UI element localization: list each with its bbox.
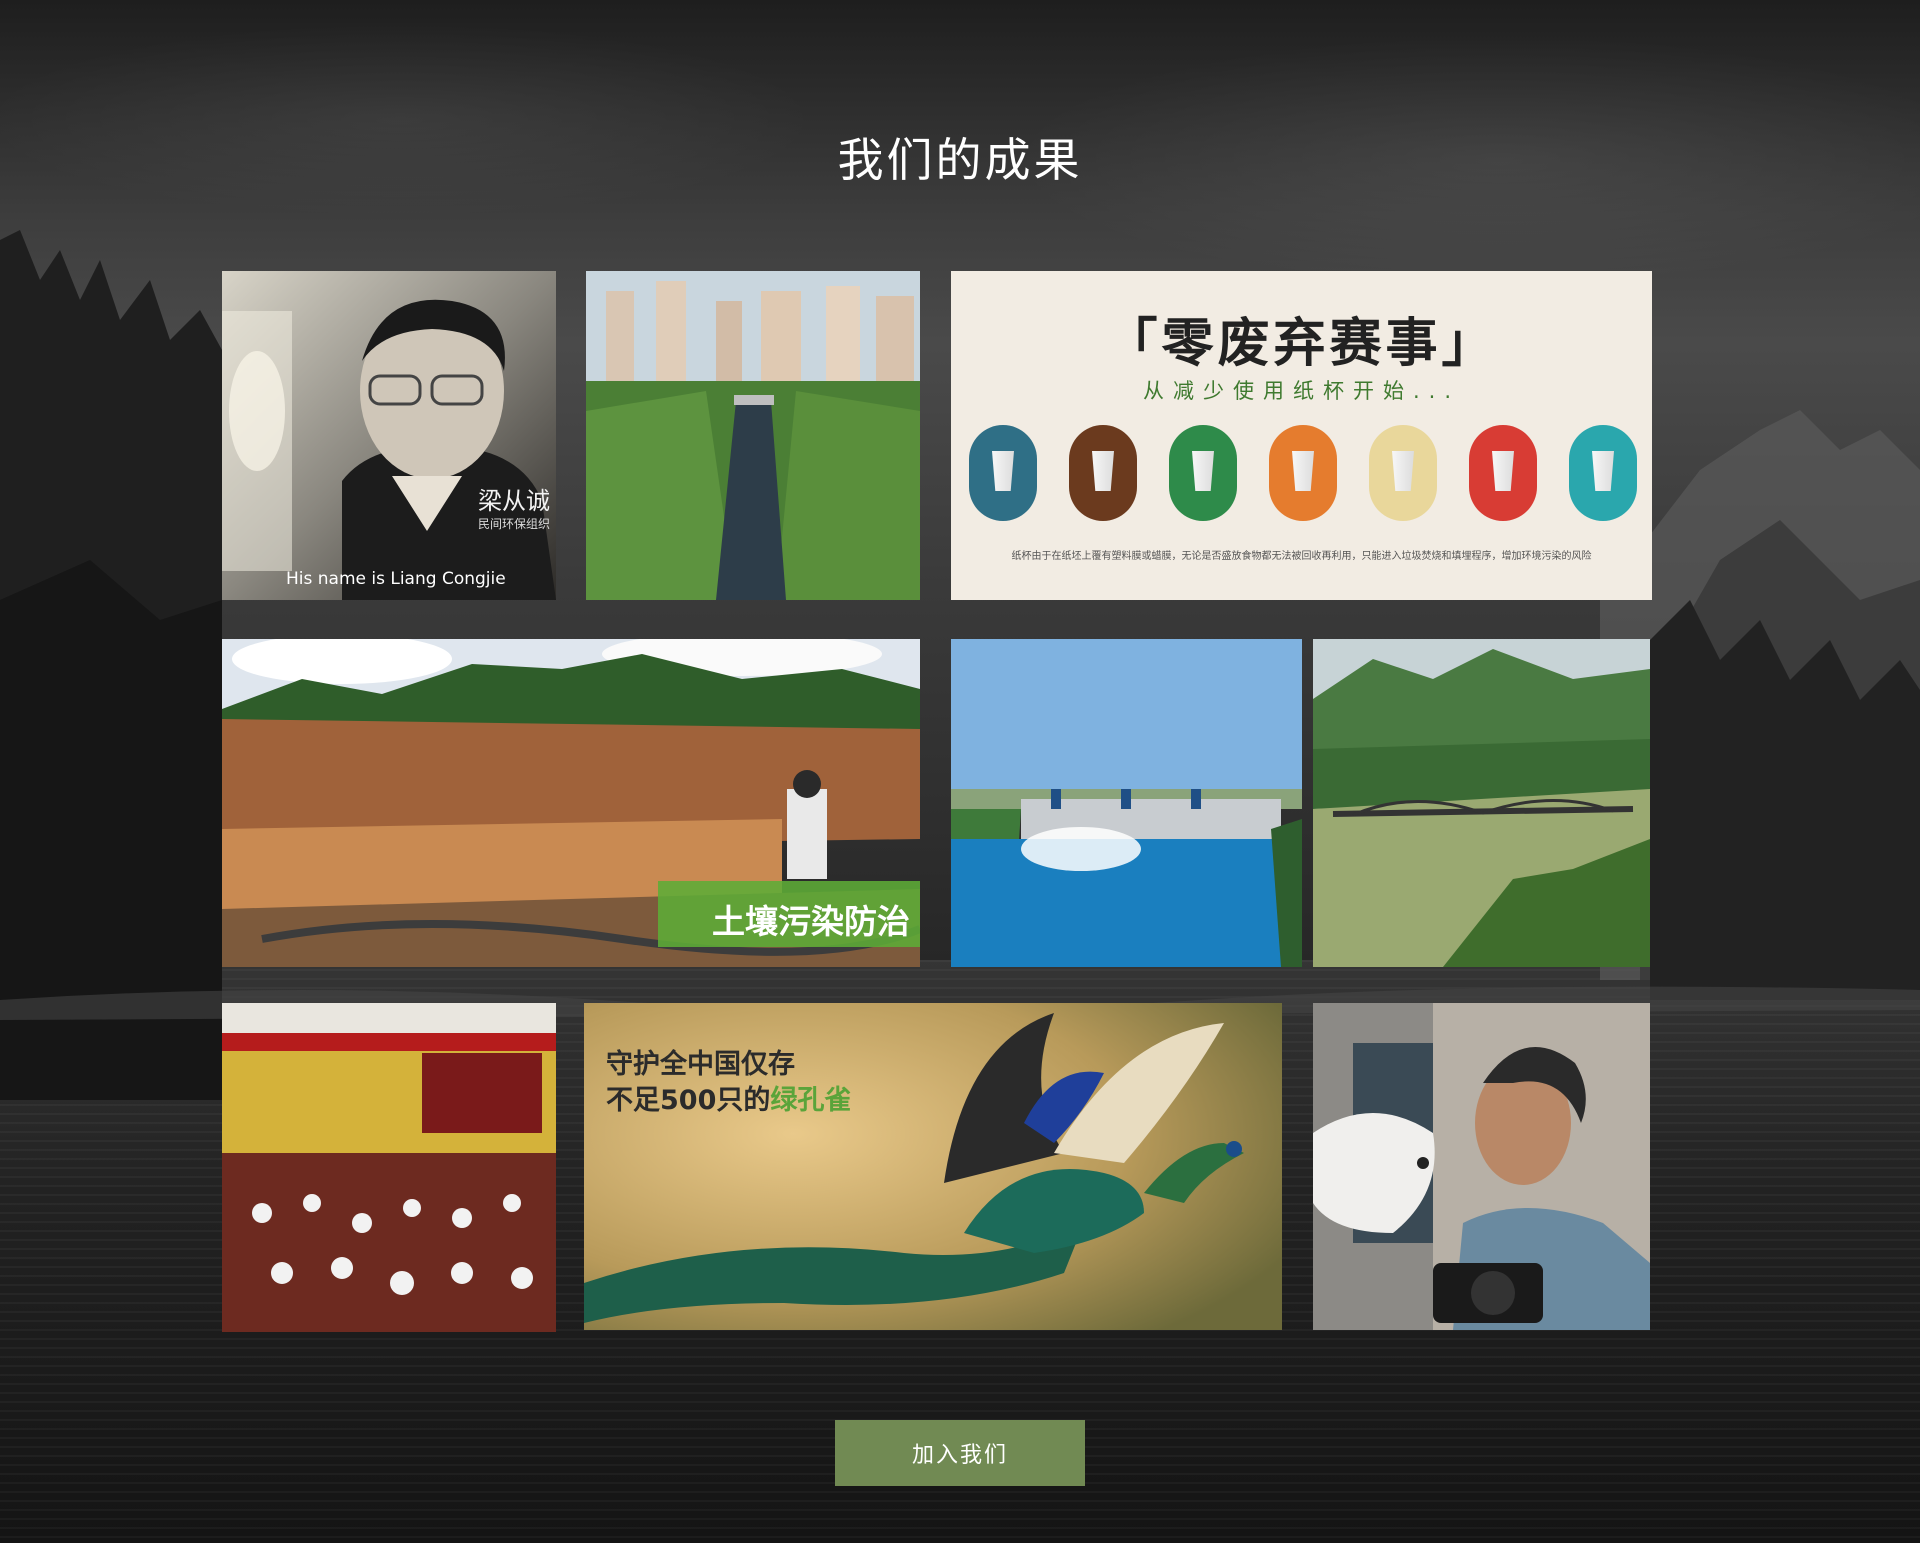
achievement-card-goat-photographer[interactable] <box>1313 1003 1650 1330</box>
achievement-card-green-peacock[interactable]: 守护全中国仅存 不足500只的绿孔雀 <box>584 1003 1282 1330</box>
poster-subtitle: 从减少使用纸杯开始... <box>1142 379 1461 403</box>
paper-cup-row <box>969 425 1639 525</box>
peacock-line1: 守护全中国仅存 <box>606 1049 795 1080</box>
paper-cup-icon <box>1369 425 1437 521</box>
poster-note: 纸杯由于在纸坯上覆有塑料膜或蜡膜，无论是否盛放食物都无法被回收再利用，只能进入垃… <box>1011 551 1592 562</box>
portrait-image <box>222 271 556 600</box>
peacock-slogan: 守护全中国仅存 不足500只的绿孔雀 <box>606 1047 851 1119</box>
dam-image <box>951 639 1302 967</box>
person-org: 民间环保组织 <box>477 517 550 531</box>
achievement-card-conference[interactable] <box>222 1003 556 1332</box>
achievement-card-liang-congjie[interactable]: 梁从诚 民间环保组织 His name is Liang Congjie <box>222 271 556 600</box>
person-name: 梁从诚 <box>478 487 550 515</box>
paper-cup-icon <box>969 425 1037 521</box>
peacock-line2: 不足500只的绿孔雀 <box>606 1083 851 1119</box>
city-canal-image <box>586 271 920 600</box>
section-title: 我们的成果 <box>837 133 1083 187</box>
paper-cup-icon <box>1569 425 1637 521</box>
soil-pollution-label: 土壤污染防治 <box>712 902 910 941</box>
poster-title: 「零废弃赛事」 <box>1105 313 1498 374</box>
achievement-card-river-bridge[interactable] <box>1313 639 1650 967</box>
achievement-card-dam[interactable] <box>951 639 1302 967</box>
soil-pollution-tag: 土壤污染防治 <box>658 881 920 947</box>
paper-cup-icon <box>1069 425 1137 521</box>
achievement-card-zero-waste[interactable]: 「零废弃赛事」 从减少使用纸杯开始... 纸杯由于在纸坯上覆有塑料膜或蜡膜，无论… <box>951 271 1652 600</box>
peacock-highlight: 绿孔雀 <box>770 1085 852 1116</box>
peacock-line2-prefix: 不足500只的 <box>606 1085 771 1116</box>
achievement-card-soil-pollution[interactable]: 土壤污染防治 <box>222 639 920 967</box>
paper-cup-icon <box>1469 425 1537 521</box>
paper-cup-icon <box>1169 425 1237 521</box>
river-bridge-image <box>1313 639 1650 967</box>
paper-cup-icon <box>1269 425 1337 521</box>
join-us-button[interactable]: 加入我们 <box>835 1420 1085 1486</box>
achievement-card-city-canal[interactable] <box>586 271 920 600</box>
goat-photographer-image <box>1313 1003 1650 1330</box>
portrait-caption: His name is Liang Congjie <box>286 569 506 589</box>
conference-image <box>222 1003 556 1332</box>
